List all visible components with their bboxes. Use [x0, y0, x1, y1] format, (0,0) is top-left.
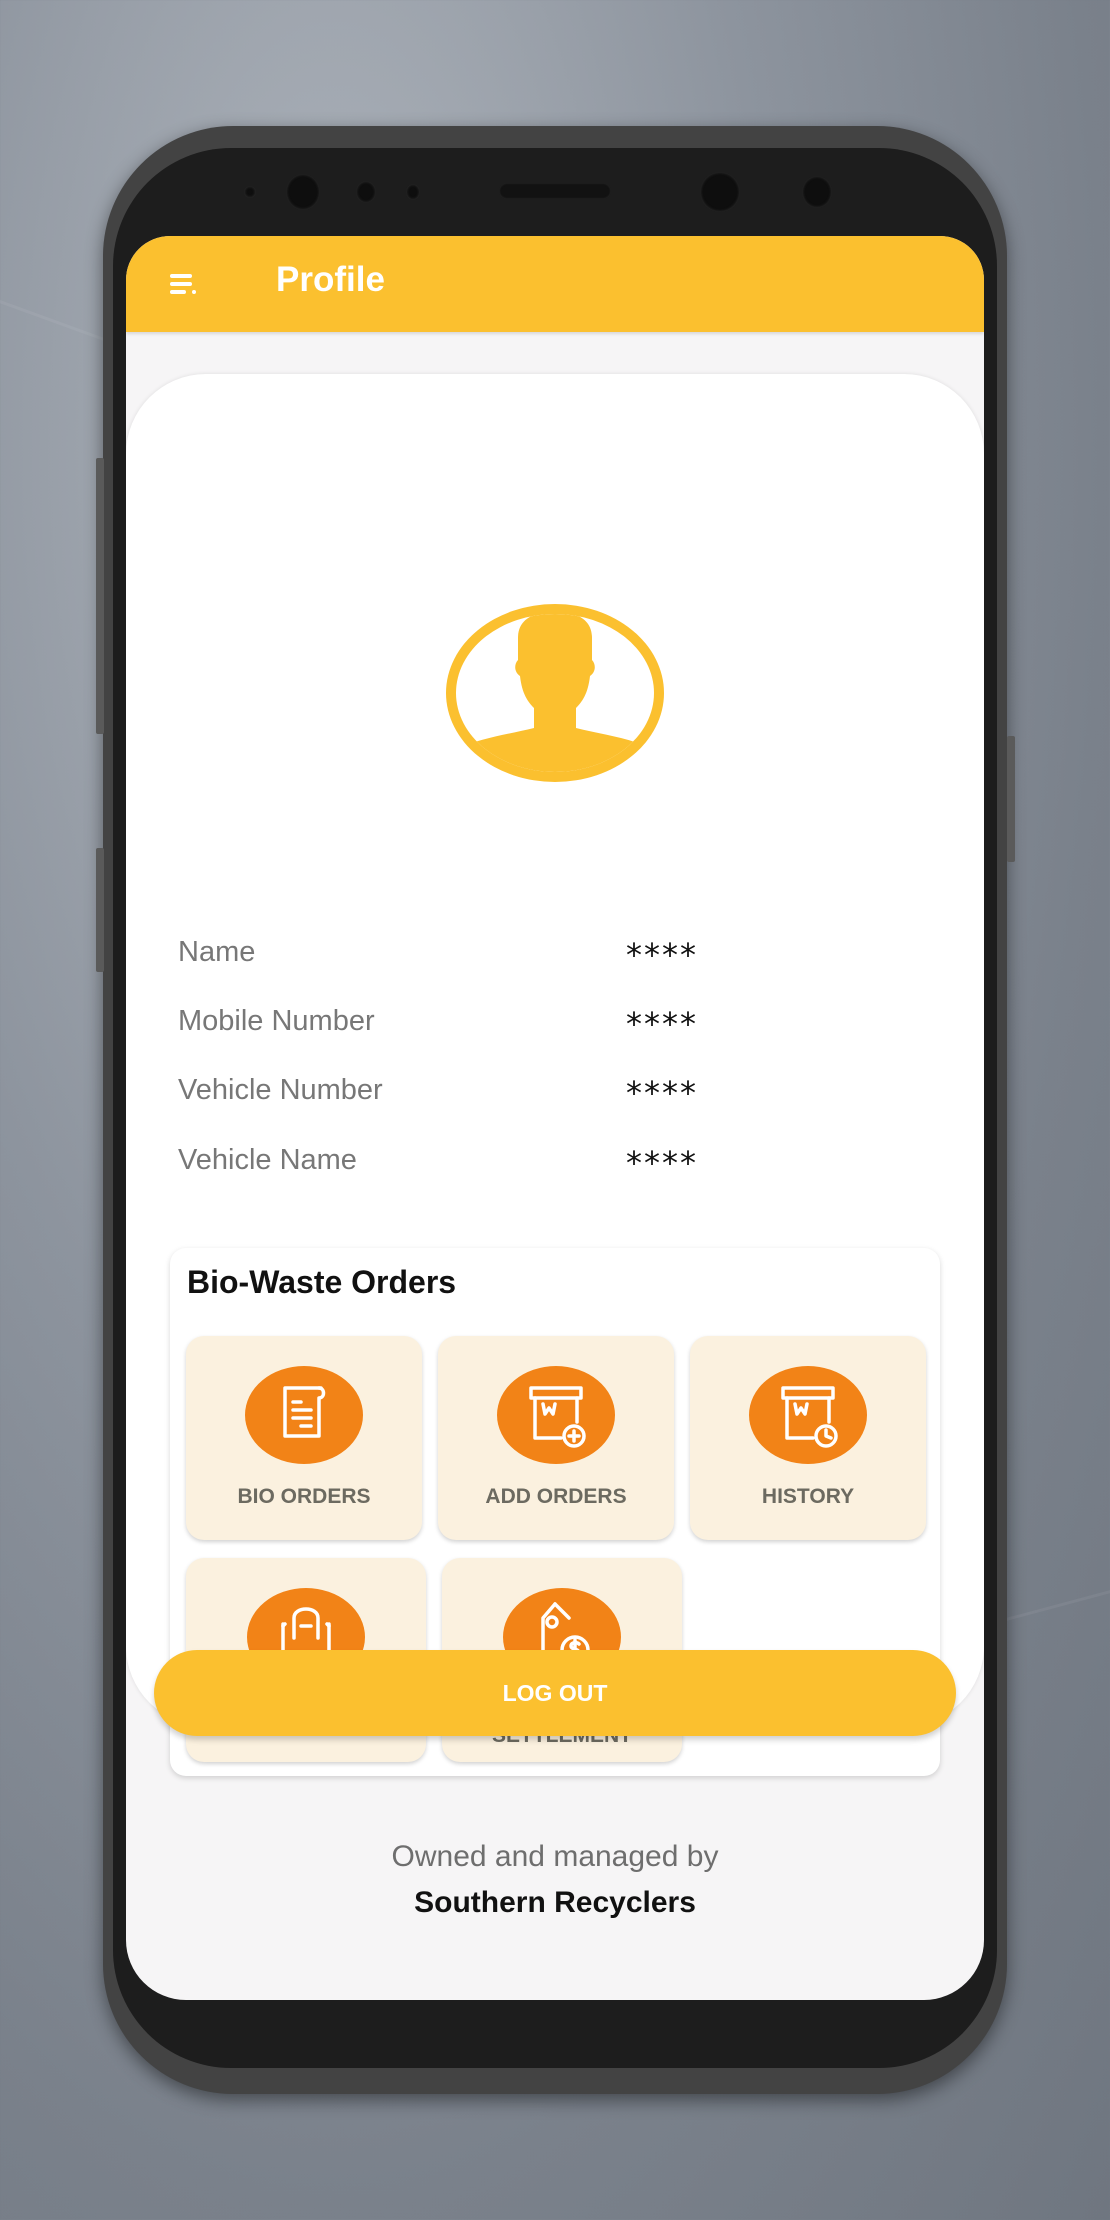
menu-icon[interactable] — [170, 274, 196, 296]
field-label: Vehicle Number — [178, 1074, 383, 1106]
sensor-dot — [802, 176, 832, 208]
phone-power-button — [1007, 736, 1015, 862]
tile-label: HISTORY — [761, 1485, 855, 1508]
field-value: **** — [626, 1074, 698, 1112]
tile-history[interactable]: HISTORY — [690, 1336, 926, 1540]
tile-add-orders[interactable]: ADD ORDERS — [438, 1336, 674, 1540]
box-clock-icon — [749, 1366, 867, 1464]
field-label: Vehicle Name — [178, 1144, 357, 1176]
sensor-dot — [406, 184, 420, 200]
phone-side-button — [96, 848, 104, 972]
profile-field-vehicle-name: Vehicle Name **** — [178, 1144, 878, 1184]
sensor-dot — [244, 186, 256, 198]
footer-owned-by: Owned and managed by — [391, 1840, 719, 1873]
box-add-icon — [497, 1366, 615, 1464]
field-label: Name — [178, 936, 256, 968]
earpiece-speaker — [499, 183, 611, 199]
tile-bio-orders[interactable]: BIO ORDERS — [186, 1336, 422, 1540]
app-bar: Profile — [126, 236, 984, 332]
section-title: Bio-Waste Orders — [187, 1264, 457, 1300]
front-camera-secondary — [700, 172, 740, 212]
receipt-icon — [245, 1366, 363, 1464]
sensor-dot — [356, 181, 376, 203]
app-screen: Profile Name **** Mobile Number **** Veh… — [126, 236, 984, 2000]
field-value: **** — [626, 936, 698, 974]
front-camera — [286, 174, 320, 210]
tile-label: ADD ORDERS — [485, 1485, 627, 1508]
tile-label: BIO ORDERS — [237, 1485, 371, 1508]
page-title: Profile — [276, 260, 385, 299]
field-value: **** — [626, 1144, 698, 1182]
profile-field-mobile-number: Mobile Number **** — [178, 1005, 878, 1045]
user-avatar-icon — [446, 604, 664, 782]
field-value: **** — [626, 1005, 698, 1043]
profile-field-vehicle-number: Vehicle Number **** — [178, 1074, 878, 1114]
profile-field-name: Name **** — [178, 936, 878, 976]
footer-company-name: Southern Recyclers — [414, 1886, 696, 1919]
field-label: Mobile Number — [178, 1005, 375, 1037]
phone-volume-button — [96, 458, 104, 734]
logout-button[interactable]: LOG OUT — [154, 1650, 956, 1736]
